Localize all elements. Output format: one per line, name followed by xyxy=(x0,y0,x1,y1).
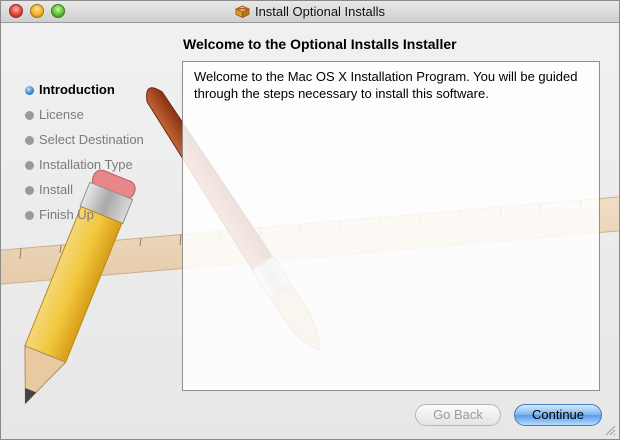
step-label: Introduction xyxy=(39,82,115,97)
window-title-container: Install Optional Installs xyxy=(1,4,619,19)
go-back-button[interactable]: Go Back xyxy=(415,404,501,426)
window-title: Install Optional Installs xyxy=(254,4,386,19)
content-panel[interactable]: Welcome to the Mac OS X Installation Pro… xyxy=(182,61,600,391)
step-label: Select Destination xyxy=(39,132,144,147)
package-icon xyxy=(234,5,250,18)
step-label: Install xyxy=(39,182,73,197)
step-license: License xyxy=(23,106,144,131)
welcome-text: Welcome to the Mac OS X Installation Pro… xyxy=(194,69,578,101)
step-introduction: Introduction xyxy=(23,81,144,106)
step-bullet-icon xyxy=(25,186,34,195)
title-bar[interactable]: Install Optional Installs xyxy=(1,1,619,23)
step-label: License xyxy=(39,107,84,122)
step-bullet-icon xyxy=(25,161,34,170)
page-heading: Welcome to the Optional Installs Install… xyxy=(183,36,457,52)
installer-window: Install Optional Installs Welcome to the… xyxy=(0,0,620,440)
step-installation-type: Installation Type xyxy=(23,156,144,181)
step-bullet-icon xyxy=(25,86,34,95)
step-bullet-icon xyxy=(25,111,34,120)
step-finish-up: Finish Up xyxy=(23,206,144,231)
step-bullet-icon xyxy=(25,136,34,145)
step-label: Finish Up xyxy=(39,207,94,222)
step-bullet-icon xyxy=(25,211,34,220)
installer-steps-list: Introduction License Select Destination … xyxy=(23,81,144,231)
resize-grip-icon[interactable] xyxy=(604,424,616,436)
step-select-destination: Select Destination xyxy=(23,131,144,156)
step-install: Install xyxy=(23,181,144,206)
continue-button[interactable]: Continue xyxy=(514,404,602,426)
step-label: Installation Type xyxy=(39,157,133,172)
